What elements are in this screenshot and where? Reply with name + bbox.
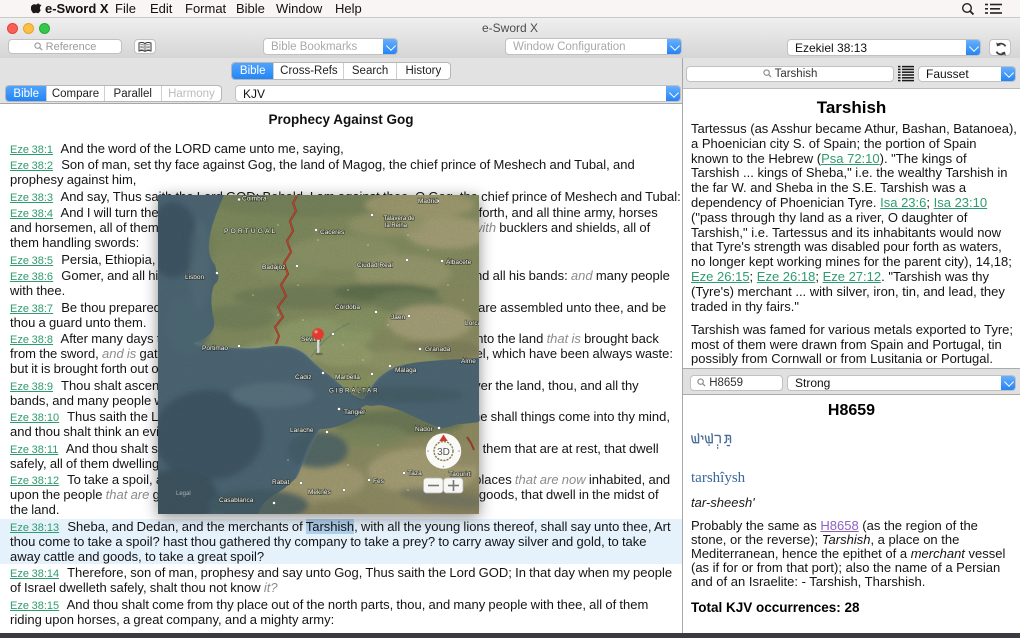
svg-text:Larache: Larache (290, 427, 314, 434)
svg-text:Albacete: Albacete (446, 259, 472, 266)
svg-text:Rabat: Rabat (272, 479, 290, 486)
svg-text:Legal: Legal (176, 491, 191, 497)
svg-text:Badajoz: Badajoz (262, 264, 286, 271)
svg-text:Meknès: Meknès (308, 489, 332, 496)
svg-text:Fes: Fes (373, 478, 385, 485)
svg-text:Taourirt: Taourirt (449, 471, 471, 478)
svg-text:Alme: Alme (461, 358, 476, 365)
svg-text:Cadiz: Cadiz (295, 374, 312, 381)
svg-text:la Reina: la Reina (385, 223, 408, 229)
svg-text:Casablanca: Casablanca (219, 497, 254, 504)
svg-text:Tangier: Tangier (344, 409, 366, 416)
svg-text:Córdoba: Córdoba (335, 304, 360, 311)
svg-text:GIBRALTAR: GIBRALTAR (329, 388, 379, 395)
svg-text:Lorca: Lorca (465, 320, 479, 327)
svg-text:3D: 3D (437, 447, 450, 458)
svg-text:Malaga: Malaga (395, 367, 417, 374)
svg-text:Marbella: Marbella (335, 374, 360, 381)
svg-text:Madrid: Madrid (418, 198, 438, 205)
svg-text:Granada: Granada (425, 346, 451, 353)
svg-text:Lisbon: Lisbon (185, 274, 205, 281)
svg-text:Talavera de: Talavera de (383, 216, 415, 222)
svg-text:PORTUGAL: PORTUGAL (224, 228, 277, 235)
svg-text:Caceres: Caceres (320, 229, 345, 236)
svg-text:Jaen: Jaen (391, 314, 405, 321)
svg-text:Taza: Taza (408, 470, 422, 477)
svg-text:Coimbra: Coimbra (242, 196, 267, 203)
svg-text:Portimao: Portimao (202, 345, 228, 352)
svg-text:Nador: Nador (415, 426, 434, 433)
svg-text:Ciudad Real: Ciudad Real (357, 262, 393, 269)
